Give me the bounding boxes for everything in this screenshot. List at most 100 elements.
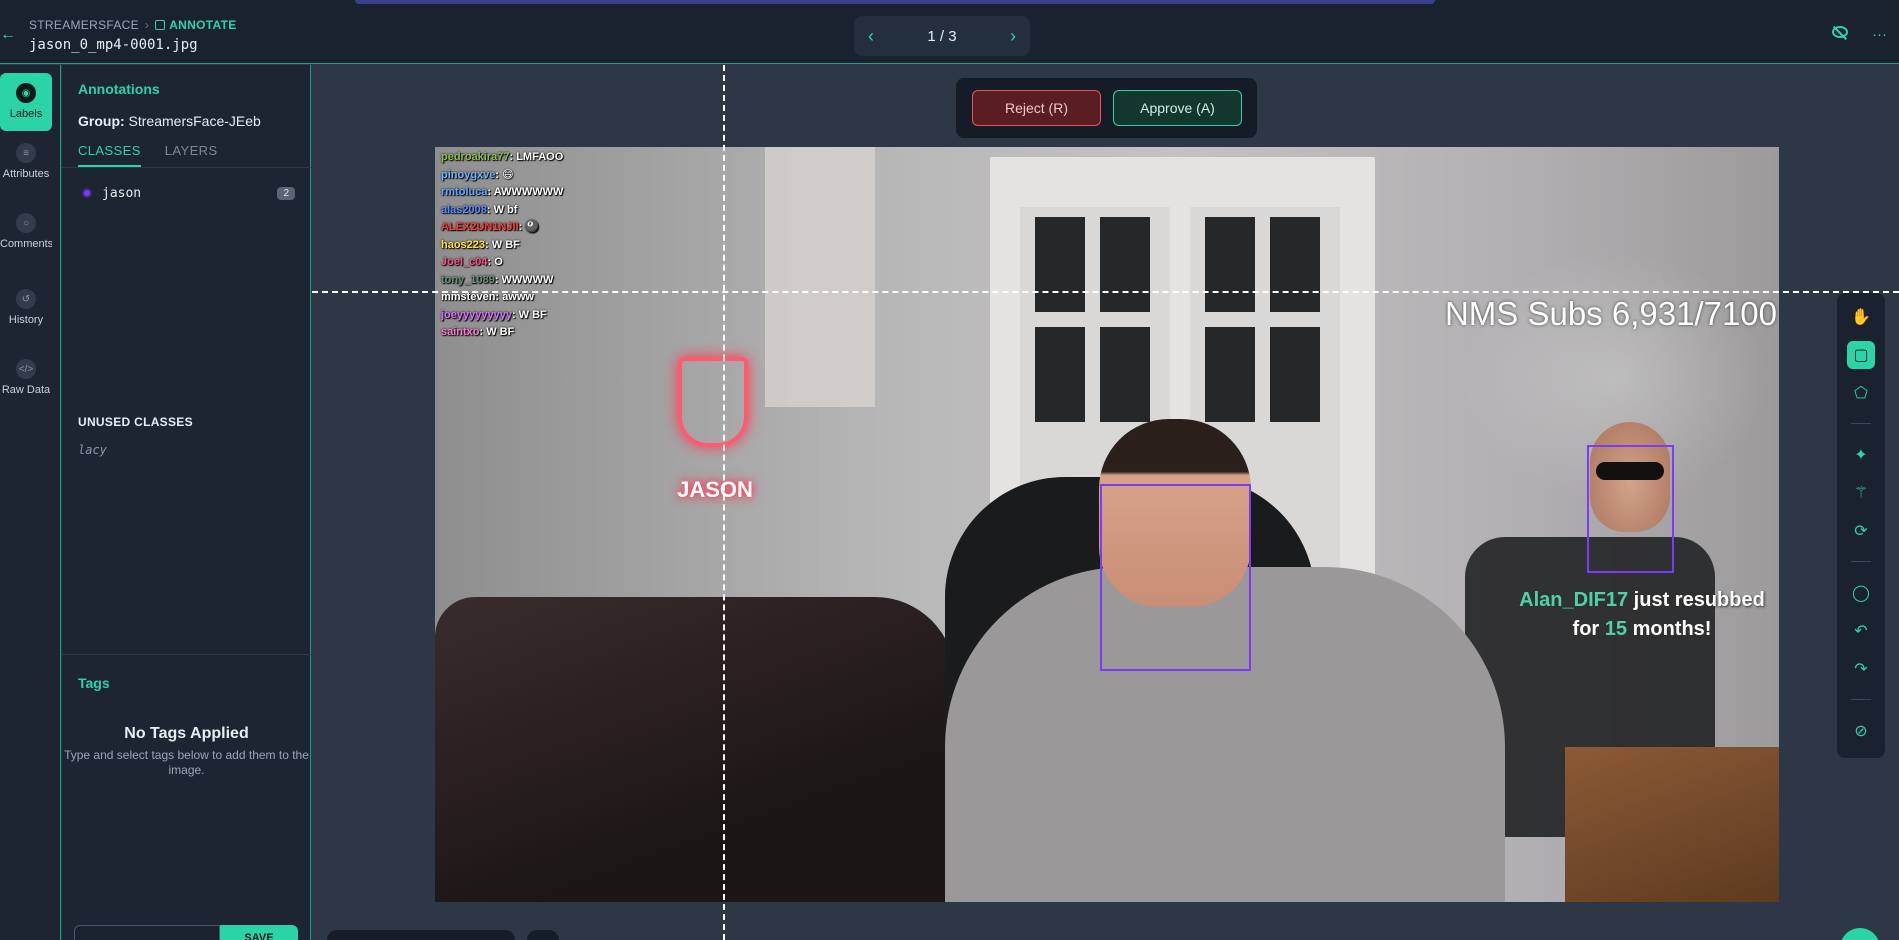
help-chat-icon[interactable] [1840, 928, 1880, 940]
chat-user: alas2008 [441, 203, 487, 216]
group-value: StreamersFace-JEeb [128, 113, 261, 129]
crosshair-horizontal [312, 291, 1899, 293]
chat-line: Joel_c04: O [441, 254, 563, 272]
bounding-box-jason[interactable] [1100, 484, 1251, 671]
comment-icon[interactable]: ◯ [1847, 579, 1875, 607]
resub-alert: Alan_DIF17 just resubbed for 15 months! [1497, 586, 1779, 644]
no-tags-message: No Tags Applied Type and select tags bel… [62, 725, 311, 778]
hand-icon[interactable]: ✋ [1847, 303, 1875, 331]
tool-bar: ✋ ▢ ⬠ ✦ ⚚ ⟳ ◯ ↶ ↷ ⊘ [1837, 293, 1885, 758]
magic-wand-icon[interactable]: ⚚ [1847, 479, 1875, 507]
annotate-icon [155, 20, 166, 30]
comment-icon: ○ [16, 213, 36, 233]
more-icon[interactable]: ··· [1872, 26, 1887, 43]
repeat-icon[interactable]: ⟳ [1847, 517, 1875, 545]
undo-icon[interactable]: ↶ [1847, 617, 1875, 645]
chat-line: haos223: W BF [441, 237, 563, 255]
chat-line: saintxo: W BF [441, 324, 563, 342]
list-icon: ≡ [16, 143, 36, 163]
resub-user: Alan_DIF17 [1519, 589, 1629, 611]
resub-text: just resubbed [1633, 589, 1765, 611]
door-glass [1100, 327, 1150, 422]
chat-line: joeyyyyyyyyy: W BF [441, 307, 563, 325]
null-icon[interactable]: ⊘ [1847, 717, 1875, 745]
polygon-icon[interactable]: ⬠ [1847, 379, 1875, 407]
bounding-box-icon[interactable]: ▢ [1847, 341, 1875, 369]
approve-button[interactable]: Approve (A) [1113, 90, 1242, 126]
chat-user: pinoygxve [441, 168, 496, 181]
left-rail: ◉ Labels ≡ Attributes ○ Comments ↺ Histo… [0, 65, 61, 940]
prev-image-button[interactable]: ‹ [868, 26, 874, 47]
chat-line: pedroakira77: LMFAOO [441, 149, 563, 167]
rail-label: Labels [9, 108, 43, 120]
breadcrumb: STREAMERSFACE › ANNOTATE [29, 18, 237, 32]
no-tags-title: No Tags Applied [124, 725, 249, 742]
chat-user: Joel_c04 [441, 256, 488, 268]
tab-classes[interactable]: CLASSES [78, 143, 141, 167]
subs-counter: NMS Subs 6,931/7100 [1444, 295, 1777, 332]
rail-item-history[interactable]: ↺ History [0, 289, 52, 326]
divider [62, 167, 311, 168]
unused-class-item[interactable]: lacy [78, 443, 107, 457]
rail-item-labels[interactable]: ◉ Labels [0, 73, 52, 131]
chat-message: : O [487, 256, 503, 268]
breadcrumb-project[interactable]: STREAMERSFACE [29, 18, 139, 32]
crosshair-vertical [723, 65, 725, 940]
chat-message: : LMFAOO [509, 151, 564, 163]
file-name: jason_0_mp4-0001.jpg [29, 37, 198, 53]
rail-label: History [8, 314, 44, 326]
tool-separator [1851, 561, 1871, 562]
stream-chat: pedroakira77: LMFAOO pinoygxve: 😄 rmtolu… [441, 149, 563, 342]
chat-user: haos223 [441, 238, 486, 251]
smart-select-icon[interactable]: ✦ [1847, 441, 1875, 469]
chat-user: rmtoluca [441, 186, 488, 198]
bottom-circle-button[interactable] [527, 930, 559, 940]
door-glass [1035, 327, 1085, 422]
back-arrow-icon[interactable]: ← [0, 26, 16, 44]
chat-line: alas2008: W bf [441, 202, 563, 220]
neon-logo-lettering: JASON [677, 477, 753, 502]
door-glass [1270, 217, 1320, 312]
chat-user: tony_1089 [441, 273, 495, 286]
top-progress-strip [355, 0, 1435, 4]
class-count-badge: 2 [277, 186, 295, 200]
rail-item-raw-data[interactable]: </> Raw Data [0, 359, 52, 396]
bottom-toolbar-pill[interactable] [327, 930, 515, 940]
chat-message: : 😄 [495, 168, 514, 181]
image-canvas[interactable]: JASON pedroakira77: LMFAOO pinoygxve: 😄 … [435, 147, 1779, 902]
reject-button[interactable]: Reject (R) [972, 90, 1101, 126]
chat-user: saintxo [441, 326, 480, 338]
class-name: jason [102, 185, 142, 201]
bounding-box-jason[interactable] [1587, 445, 1674, 573]
door-glass [1205, 327, 1255, 422]
eye-off-icon[interactable] [1832, 26, 1848, 38]
door-glass [1100, 217, 1150, 312]
next-image-button[interactable]: › [1010, 26, 1016, 47]
desk [1565, 747, 1779, 902]
chat-message: : AWWWWWW [487, 186, 564, 198]
top-bar: ← STREAMERSFACE › ANNOTATE jason_0_mp4-000… [0, 0, 1899, 64]
chat-message: : W bf [486, 203, 518, 216]
chat-message: : W BF [511, 308, 547, 321]
chat-user: joeyyyyyyyyy [441, 308, 512, 321]
rail-label: Comments [0, 238, 52, 250]
top-right-actions: ··· [1832, 26, 1887, 43]
tab-layers[interactable]: LAYERS [165, 143, 218, 167]
annotations-panel: Annotations Group: StreamersFace-JEeb CL… [62, 65, 311, 940]
unused-classes-title: UNUSED CLASSES [78, 415, 193, 429]
neon-sign: JASON [670, 357, 760, 507]
chat-line: pinoygxve: 😄 [441, 167, 563, 185]
breadcrumb-separator-icon: › [144, 18, 150, 32]
panel-title: Annotations [78, 81, 160, 97]
tag-input[interactable] [74, 925, 220, 940]
rail-item-attributes[interactable]: ≡ Attributes [0, 143, 52, 180]
class-row-jason[interactable]: jason 2 [78, 181, 295, 205]
chat-message: : WWWWW [494, 273, 554, 286]
redo-icon[interactable]: ↷ [1847, 655, 1875, 683]
image-pager: ‹ 1 / 3 › [854, 16, 1030, 56]
rail-item-comments[interactable]: ○ Comments [0, 213, 52, 250]
review-actions: Reject (R) Approve (A) [956, 78, 1257, 138]
save-tags-button[interactable]: SAVE [220, 925, 298, 940]
panel-tabs: CLASSES LAYERS [78, 143, 218, 167]
rail-label: Attributes [2, 168, 50, 180]
